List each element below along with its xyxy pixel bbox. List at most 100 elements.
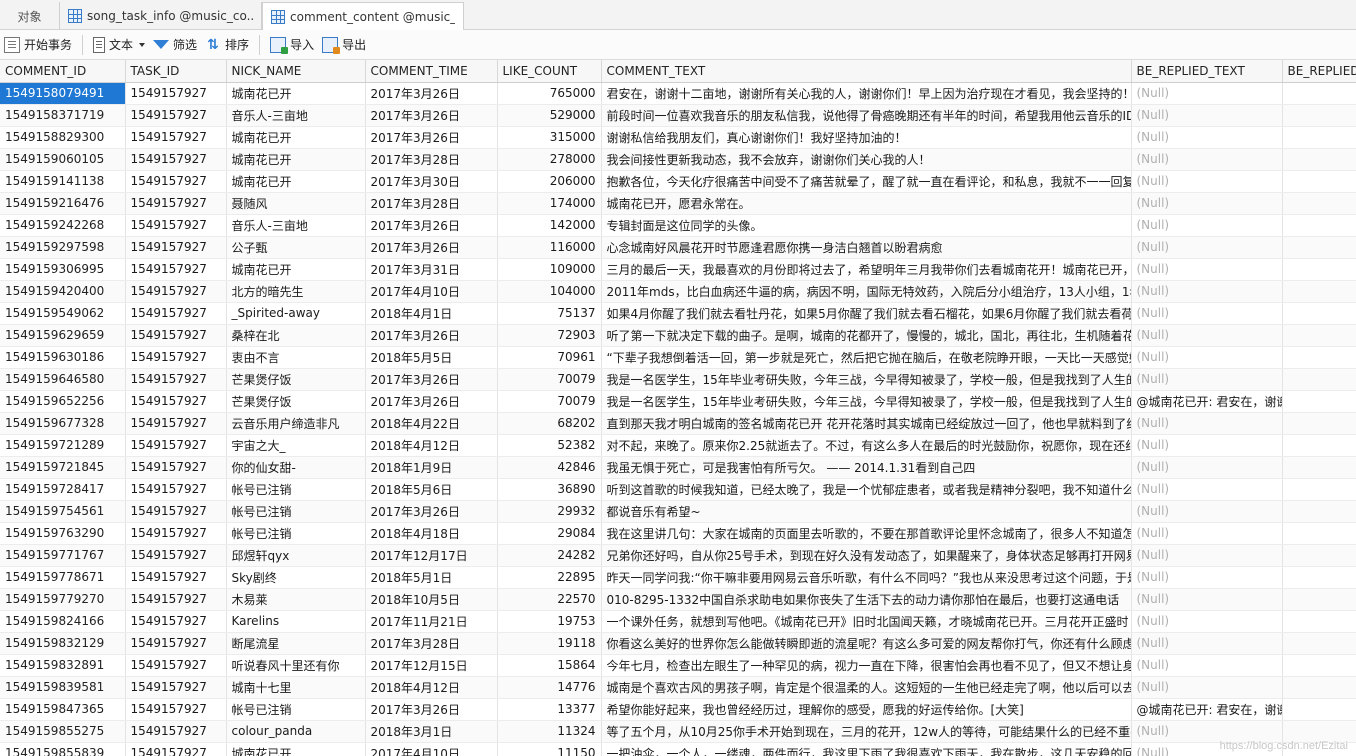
table-cell[interactable]: 1549159646580 — [0, 368, 126, 391]
table-cell[interactable]: 音乐人-三亩地 — [226, 214, 366, 237]
table-cell[interactable]: Karelins — [226, 610, 366, 633]
table-cell[interactable]: 1549159721289 — [0, 434, 126, 457]
table-cell[interactable]: 君安在，谢谢十二亩地，谢谢所有关心我的人，谢谢你们！早上因为治疗现在才看见，我会… — [601, 82, 1132, 105]
table-cell[interactable] — [1282, 588, 1356, 611]
table-cell[interactable]: 1549158829300 — [0, 126, 126, 149]
table-cell[interactable]: 1549157927 — [125, 368, 227, 391]
table-cell[interactable]: 1549157927 — [125, 676, 227, 699]
table-cell[interactable]: 1549157927 — [125, 126, 227, 149]
table-cell[interactable]: 聂随风 — [226, 192, 366, 215]
table-cell[interactable]: (Null) — [1131, 434, 1283, 457]
table-row[interactable]: 1549159779270 1549157927 木易莱 2018年10月5日 2257… — [0, 588, 1356, 611]
table-cell[interactable] — [1282, 478, 1356, 501]
table-cell[interactable]: 衷由不言 — [226, 346, 366, 369]
table-cell[interactable]: 1549157927 — [125, 192, 227, 215]
data-grid[interactable]: COMMENT_ID TASK_ID NICK_NAME COMMENT_TIME LI… — [0, 60, 1356, 756]
table-cell[interactable]: (Null) — [1131, 148, 1283, 171]
table-cell[interactable]: (Null) — [1131, 192, 1283, 215]
table-cell[interactable]: (Null) — [1131, 478, 1283, 501]
table-row[interactable]: 1549159141138 1549157927 城南花已开 2017年3月30日 20… — [0, 170, 1356, 193]
table-cell[interactable] — [1282, 258, 1356, 281]
table-cell[interactable]: 2018年4月22日 — [365, 412, 498, 435]
table-cell[interactable]: 1549157927 — [125, 302, 227, 325]
table-cell[interactable]: 70079 — [497, 368, 602, 391]
table-row[interactable]: 1549159847365 1549157927 帐号已注销 2017年3月26日 13… — [0, 698, 1356, 721]
table-cell[interactable]: 北方的暗先生 — [226, 280, 366, 303]
table-cell[interactable]: 22895 — [497, 566, 602, 589]
table-cell[interactable]: 1549159297598 — [0, 236, 126, 259]
column-header[interactable]: BE_REPLIED_TEXT — [1131, 60, 1283, 83]
table-cell[interactable]: 2017年3月26日 — [365, 368, 498, 391]
table-row[interactable]: 1549159652256 1549157927 芒果煲仔饭 2017年3月26日 70… — [0, 390, 1356, 413]
table-cell[interactable]: 1549159652256 — [0, 390, 126, 413]
table-cell[interactable] — [1282, 720, 1356, 743]
table-cell[interactable]: 1549159855275 — [0, 720, 126, 743]
table-row[interactable]: 1549159771767 1549157927 邱煜轩qyx 2017年12月17日… — [0, 544, 1356, 567]
table-cell[interactable]: 1549159630186 — [0, 346, 126, 369]
table-cell[interactable]: 1549157927 — [125, 500, 227, 523]
table-cell[interactable]: 1549157927 — [125, 324, 227, 347]
table-cell[interactable]: 19753 — [497, 610, 602, 633]
table-cell[interactable]: 1549159839581 — [0, 676, 126, 699]
table-cell[interactable]: 2018年4月1日 — [365, 302, 498, 325]
table-cell[interactable]: 木易莱 — [226, 588, 366, 611]
table-cell[interactable] — [1282, 148, 1356, 171]
table-cell[interactable] — [1282, 346, 1356, 369]
table-cell[interactable]: 2017年3月26日 — [365, 104, 498, 127]
table-cell[interactable] — [1282, 434, 1356, 457]
table-cell[interactable]: 2018年10月5日 — [365, 588, 498, 611]
table-cell[interactable]: 专辑封面是这位同学的头像。 — [601, 214, 1132, 237]
export-button[interactable]: 导出 — [318, 33, 370, 57]
tab-song-task-info[interactable]: song_task_info @music_co... — [60, 2, 262, 30]
table-cell[interactable]: 2018年5月1日 — [365, 566, 498, 589]
table-cell[interactable]: 1549157927 — [125, 434, 227, 457]
table-cell[interactable]: (Null) — [1131, 500, 1283, 523]
table-cell[interactable]: 109000 — [497, 258, 602, 281]
table-cell[interactable]: 1549157927 — [125, 742, 227, 756]
table-cell[interactable]: 75137 — [497, 302, 602, 325]
table-cell[interactable]: 芒果煲仔饭 — [226, 368, 366, 391]
table-cell[interactable] — [1282, 214, 1356, 237]
text-button[interactable]: 文本 — [89, 33, 149, 57]
table-row[interactable]: 1549159646580 1549157927 芒果煲仔饭 2017年3月26日 70… — [0, 368, 1356, 391]
table-cell[interactable]: 1549159141138 — [0, 170, 126, 193]
table-cell[interactable]: 1549157927 — [125, 522, 227, 545]
table-cell[interactable] — [1282, 500, 1356, 523]
table-cell[interactable]: 2017年3月31日 — [365, 258, 498, 281]
table-row[interactable]: 1549159763290 1549157927 帐号已注销 2018年4月18日 29… — [0, 522, 1356, 545]
table-cell[interactable]: 1549157927 — [125, 478, 227, 501]
table-cell[interactable] — [1282, 170, 1356, 193]
table-cell[interactable]: 我在这里讲几句：大家在城南的页面里去听歌的，不要在那首歌评论里怀念城南了，很多人… — [601, 522, 1132, 545]
table-cell[interactable]: 2017年3月26日 — [365, 324, 498, 347]
table-cell[interactable]: 1549159216476 — [0, 192, 126, 215]
table-cell[interactable]: @城南花已开: 君安在，谢谢 — [1131, 698, 1283, 721]
table-cell[interactable]: 我会间接性更新我动态，我不会放弃，谢谢你们关心我的人！ — [601, 148, 1132, 171]
table-cell[interactable]: 1549159847365 — [0, 698, 126, 721]
table-cell[interactable] — [1282, 302, 1356, 325]
table-cell[interactable]: (Null) — [1131, 236, 1283, 259]
table-cell[interactable]: (Null) — [1131, 302, 1283, 325]
table-cell[interactable]: 2017年11月21日 — [365, 610, 498, 633]
table-row[interactable]: 1549159721289 1549157927 宇宙之大_ 2018年4月12日 52… — [0, 434, 1356, 457]
table-row[interactable]: 1549158829300 1549157927 城南花已开 2017年3月26日 31… — [0, 126, 1356, 149]
table-cell[interactable]: 芒果煲仔饭 — [226, 390, 366, 413]
table-cell[interactable]: 1549159779270 — [0, 588, 126, 611]
table-cell[interactable]: (Null) — [1131, 566, 1283, 589]
table-cell[interactable]: 2018年4月12日 — [365, 676, 498, 699]
table-row[interactable]: 1549159216476 1549157927 聂随风 2017年3月28日 1740… — [0, 192, 1356, 215]
table-cell[interactable]: 帐号已注销 — [226, 478, 366, 501]
table-cell[interactable]: 希望你能好起来，我也曾经经历过，理解你的感受，愿我的好运传给你。[大笑] — [601, 698, 1132, 721]
table-cell[interactable]: (Null) — [1131, 170, 1283, 193]
table-cell[interactable]: 1549159832129 — [0, 632, 126, 655]
table-cell[interactable]: 70961 — [497, 346, 602, 369]
table-cell[interactable]: 1549159754561 — [0, 500, 126, 523]
table-cell[interactable]: 1549157927 — [125, 698, 227, 721]
table-cell[interactable]: 1549159855839 — [0, 742, 126, 756]
table-cell[interactable]: 1549157927 — [125, 654, 227, 677]
table-cell[interactable]: 城南花已开 — [226, 258, 366, 281]
table-cell[interactable]: 2011年mds，比白血病还牛逼的病，病因不明，国际无特效药，入院后分小组治疗，… — [601, 280, 1132, 303]
table-cell[interactable]: 城南是个喜欢古风的男孩子啊，肯定是个很温柔的人。这短短的一生他已经走完了啊，他以… — [601, 676, 1132, 699]
table-cell[interactable]: 1549157927 — [125, 280, 227, 303]
table-row[interactable]: 1549159855275 1549157927 colour_panda 2018年… — [0, 720, 1356, 743]
table-cell[interactable]: 42846 — [497, 456, 602, 479]
